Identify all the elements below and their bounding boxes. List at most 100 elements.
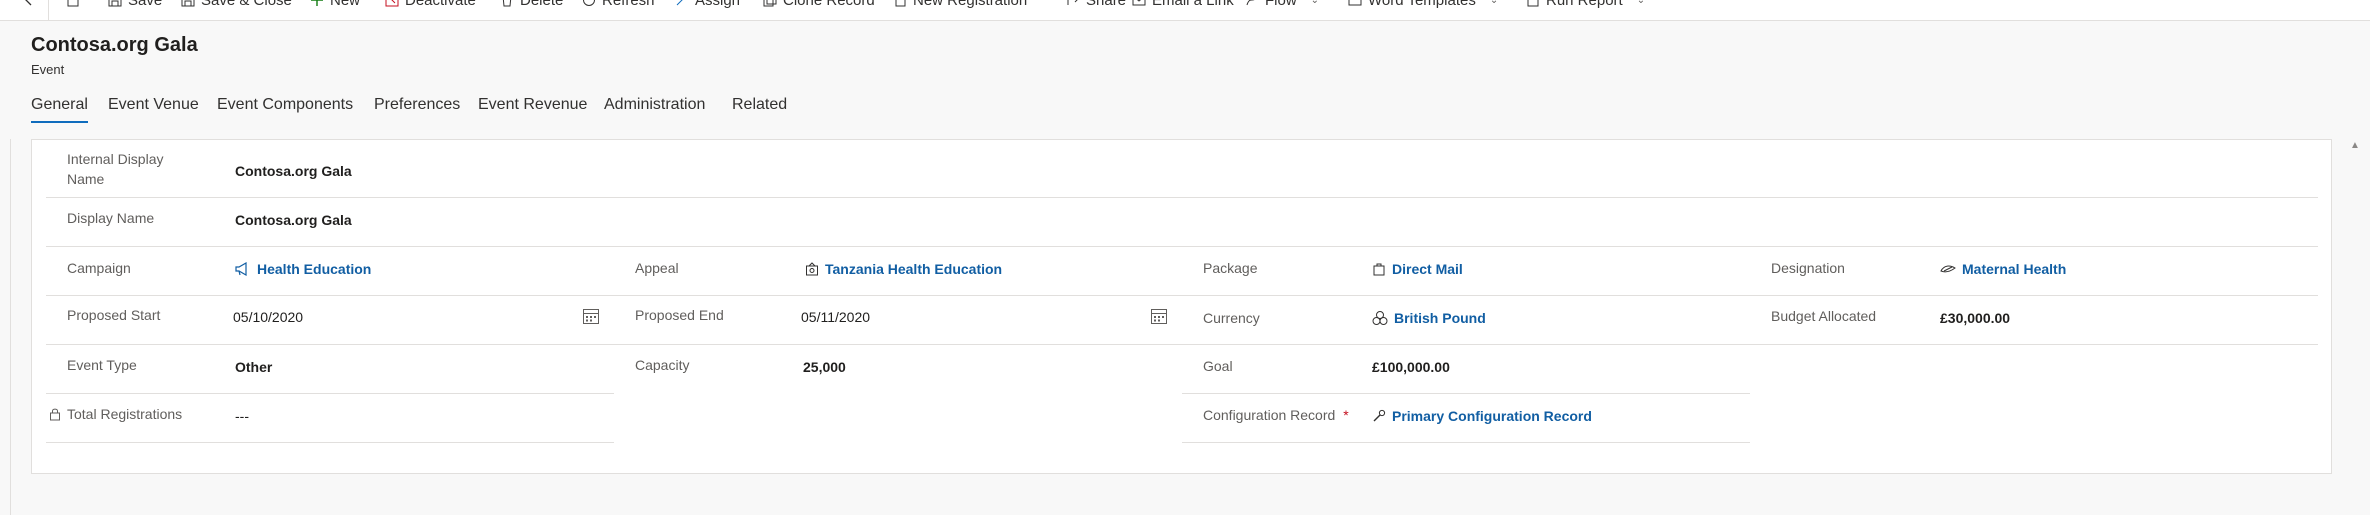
scrollbar[interactable] <box>2344 139 2366 515</box>
row-divider <box>1182 393 1750 394</box>
delete-icon <box>500 0 514 7</box>
entity-name: Event <box>31 62 65 77</box>
word-templates-label: Word Templates <box>1368 0 1476 9</box>
save-button[interactable]: Save <box>108 0 162 12</box>
configuration-record-label-group: Configuration Record * <box>1203 405 1349 425</box>
package-icon <box>1372 262 1386 276</box>
appeal-lookup[interactable]: Tanzania Health Education <box>805 259 1002 279</box>
share-button[interactable]: Share <box>1066 0 1126 12</box>
display-name-label: Display Name <box>67 210 155 226</box>
row-divider <box>46 197 2318 198</box>
appeal-label: Appeal <box>635 260 679 276</box>
calendar-icon[interactable] <box>582 307 600 325</box>
row-divider <box>46 393 614 394</box>
designation-value: Maternal Health <box>1962 261 2067 277</box>
tab-event-components[interactable]: Event Components <box>217 96 353 114</box>
campaign-value: Health Education <box>257 261 372 277</box>
command-bar: Save Save & Close New Deactivate Delete … <box>0 0 2370 21</box>
general-section <box>31 139 2332 474</box>
deactivate-button[interactable]: Deactivate <box>385 0 476 12</box>
proposed-end-field[interactable]: 05/11/2020 <box>801 307 870 327</box>
new-registration-button[interactable]: New Registration <box>893 0 1027 12</box>
refresh-button[interactable]: Refresh <box>582 0 655 12</box>
row-divider <box>1182 442 1750 443</box>
tab-preferences[interactable]: Preferences <box>374 96 460 114</box>
configuration-icon <box>1372 409 1386 423</box>
save-and-close-label: Save & Close <box>201 0 292 9</box>
email-a-link-button[interactable]: Email a Link <box>1132 0 1234 12</box>
currency-icon <box>1372 310 1388 326</box>
run-report-button[interactable]: Run Report ⌄ <box>1526 0 1645 12</box>
scroll-up-icon[interactable]: ▲ <box>2350 140 2360 151</box>
report-icon <box>1526 0 1540 7</box>
capacity-field[interactable]: 25,000 <box>803 357 846 377</box>
campaign-label: Campaign <box>67 260 131 276</box>
row-divider <box>46 344 2318 345</box>
lock-icon <box>49 407 61 421</box>
assign-icon <box>675 0 689 7</box>
tab-event-revenue[interactable]: Event Revenue <box>478 96 587 114</box>
appeal-icon <box>805 262 819 276</box>
share-label: Share <box>1086 0 1127 9</box>
designation-label: Designation <box>1771 260 1845 276</box>
package-label: Package <box>1203 260 1258 276</box>
clone-record-button[interactable]: Clone Record <box>763 0 875 12</box>
delete-label: Delete <box>520 0 564 9</box>
proposed-start-label: Proposed Start <box>67 307 161 323</box>
designation-icon <box>1940 262 1956 276</box>
refresh-icon <box>582 0 596 7</box>
row-divider <box>46 442 614 443</box>
proposed-end-label: Proposed End <box>635 307 724 323</box>
new-label: New <box>330 0 361 9</box>
tab-related[interactable]: Related <box>732 96 787 114</box>
display-name-field[interactable]: Contosa.org Gala <box>235 210 352 230</box>
document-icon <box>893 0 907 7</box>
form-selector-button[interactable] <box>66 0 80 12</box>
calendar-icon[interactable] <box>1150 307 1168 325</box>
word-templates-button[interactable]: Word Templates ⌄ <box>1348 0 1498 12</box>
deactivate-label: Deactivate <box>405 0 476 9</box>
currency-lookup[interactable]: British Pound <box>1372 308 1486 328</box>
tab-general[interactable]: General <box>31 96 88 123</box>
configuration-record-label: Configuration Record <box>1203 407 1336 423</box>
delete-button[interactable]: Delete <box>500 0 563 12</box>
tab-administration[interactable]: Administration <box>604 96 705 114</box>
chevron-down-icon: ⌄ <box>1489 0 1499 6</box>
total-registrations-label-group: Total Registrations <box>49 404 182 424</box>
budget-allocated-field[interactable]: £30,000.00 <box>1940 308 2010 328</box>
word-icon <box>1348 0 1362 7</box>
campaign-lookup[interactable]: Health Education <box>235 259 371 279</box>
save-and-close-button[interactable]: Save & Close <box>181 0 292 12</box>
new-button[interactable]: New <box>310 0 360 12</box>
chevron-down-icon: ⌄ <box>1636 0 1646 6</box>
back-button[interactable] <box>22 0 36 12</box>
run-report-label: Run Report <box>1546 0 1623 9</box>
clone-icon <box>763 0 777 7</box>
new-registration-label: New Registration <box>913 0 1028 9</box>
configuration-record-lookup[interactable]: Primary Configuration Record <box>1372 406 1592 426</box>
record-title: Contosa.org Gala <box>31 34 198 56</box>
currency-value: British Pound <box>1394 310 1486 326</box>
event-type-field[interactable]: Other <box>235 357 272 377</box>
refresh-label: Refresh <box>602 0 655 9</box>
capacity-label: Capacity <box>635 357 690 373</box>
proposed-start-field[interactable]: 05/10/2020 <box>233 307 303 327</box>
assign-button[interactable]: Assign <box>675 0 740 12</box>
event-type-label: Event Type <box>67 357 137 373</box>
designation-lookup[interactable]: Maternal Health <box>1940 259 2066 279</box>
flow-label: Flow <box>1265 0 1297 9</box>
assign-label: Assign <box>695 0 741 9</box>
clone-record-label: Clone Record <box>783 0 875 9</box>
appeal-value: Tanzania Health Education <box>825 261 1003 277</box>
package-lookup[interactable]: Direct Mail <box>1372 259 1463 279</box>
flow-button[interactable]: Flow ⌄ <box>1245 0 1319 12</box>
save-close-icon <box>181 0 195 7</box>
internal-display-name-field[interactable]: Contosa.org Gala <box>235 161 352 181</box>
goal-field[interactable]: £100,000.00 <box>1372 357 1450 377</box>
chevron-down-icon: ⌄ <box>1310 0 1320 6</box>
package-value: Direct Mail <box>1392 261 1463 277</box>
total-registrations-label: Total Registrations <box>67 406 183 422</box>
email-icon <box>1132 0 1146 7</box>
tab-event-venue[interactable]: Event Venue <box>108 96 199 114</box>
internal-display-name-label: Internal Display Name <box>67 151 164 187</box>
